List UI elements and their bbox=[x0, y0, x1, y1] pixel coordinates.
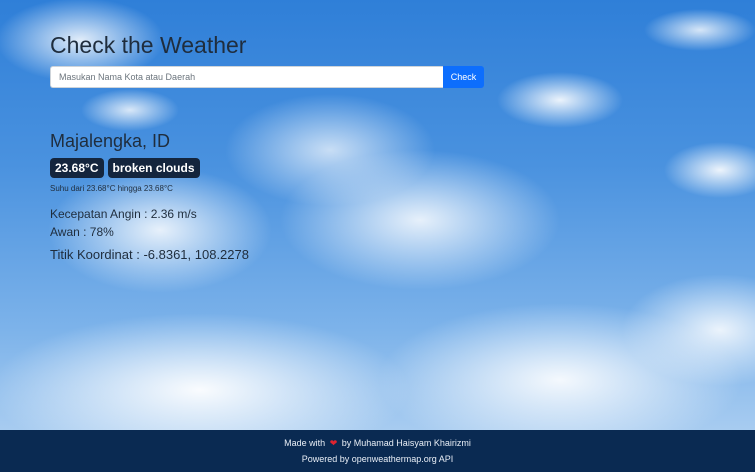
city-name: Majalengka, ID bbox=[50, 131, 171, 151]
search-input[interactable] bbox=[50, 66, 443, 88]
coordinates: Titik Koordinat : -6.8361, 108.2278 bbox=[50, 247, 249, 262]
wind-speed: Kecepatan Angin : 2.36 m/s bbox=[50, 207, 197, 221]
temperature-range: Suhu dari 23.68°C hingga 23.68°C bbox=[50, 184, 173, 193]
temperature-badge: 23.68°C bbox=[50, 158, 104, 178]
check-button[interactable]: Check bbox=[443, 66, 484, 88]
description-badge: broken clouds bbox=[107, 158, 200, 178]
made-with-text: Made with bbox=[284, 438, 326, 448]
weather-badges: 23.68°C broken clouds bbox=[50, 158, 484, 178]
heart-icon: ❤ bbox=[329, 438, 338, 448]
main-container: Check the Weather Check Majalengka, ID 2… bbox=[50, 30, 484, 262]
powered-by-text: Powered by openweathermap.org API bbox=[301, 454, 454, 464]
footer-credit: Made with ❤ by Muhamad Haisyam Khairizmi bbox=[0, 435, 755, 451]
search-form: Check bbox=[50, 66, 484, 88]
footer: Made with ❤ by Muhamad Haisyam Khairizmi… bbox=[0, 430, 755, 472]
author-text: by Muhamad Haisyam Khairizmi bbox=[341, 438, 471, 448]
page-title: Check the Weather bbox=[50, 32, 247, 58]
cloud-coverage: Awan : 78% bbox=[50, 225, 114, 239]
